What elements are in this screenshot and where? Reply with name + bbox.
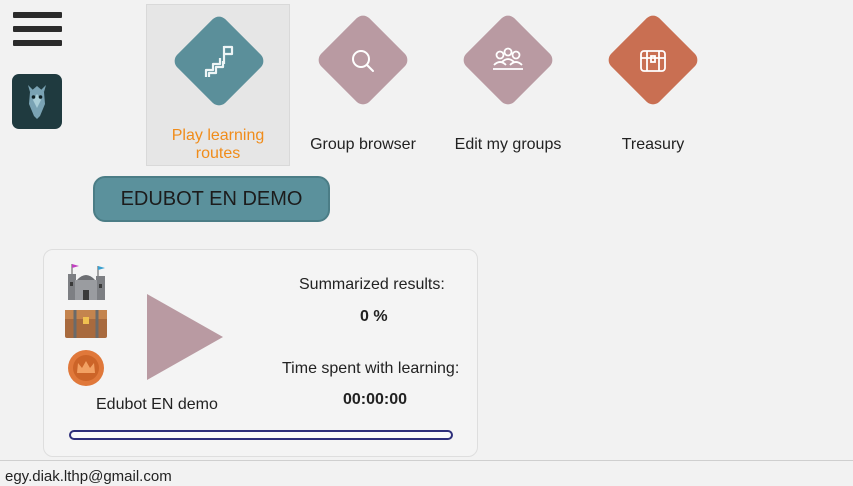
time-spent-label: Time spent with learning: — [282, 360, 460, 377]
hamburger-icon — [13, 12, 62, 18]
route-card[interactable]: Edubot EN demo Summarized results: 0 % T… — [43, 249, 478, 457]
users-icon — [493, 47, 523, 70]
summarized-results-label: Summarized results: — [299, 276, 445, 293]
nav-group-browser[interactable]: Group browser — [291, 4, 435, 166]
chest-icon — [65, 310, 107, 338]
summarized-results-value: 0 % — [360, 308, 388, 325]
hamburger-bar — [13, 26, 62, 32]
progress-bar — [69, 430, 453, 440]
time-spent-value: 00:00:00 — [343, 391, 408, 408]
nav-label: Play learning routes — [171, 127, 265, 162]
nav-label: Group browser — [310, 136, 416, 153]
nav-play-learning-routes[interactable]: Play learning routes — [146, 4, 290, 166]
search-icon — [352, 50, 374, 72]
nav-label: Treasury — [621, 136, 685, 153]
route-flag-icon — [204, 45, 234, 77]
treasure-chest-icon — [640, 50, 666, 72]
nav-edit-my-groups[interactable]: Edit my groups — [436, 4, 580, 166]
castle-icon — [68, 264, 105, 300]
divider — [0, 460, 853, 461]
hamburger-bar — [13, 40, 62, 46]
crown-badge-icon — [68, 350, 104, 386]
group-select-button[interactable]: EDUBOT EN DEMO — [93, 176, 330, 222]
play-button[interactable] — [145, 292, 225, 382]
menu-button[interactable] — [13, 12, 62, 48]
avatar[interactable] — [12, 74, 62, 129]
user-email: egy.diak.lthp@gmail.com — [5, 468, 172, 485]
route-name: Edubot EN demo — [96, 396, 218, 413]
nav-label: Edit my groups — [454, 136, 562, 153]
nav-treasury[interactable]: Treasury — [581, 4, 725, 166]
owl-icon — [28, 85, 46, 119]
